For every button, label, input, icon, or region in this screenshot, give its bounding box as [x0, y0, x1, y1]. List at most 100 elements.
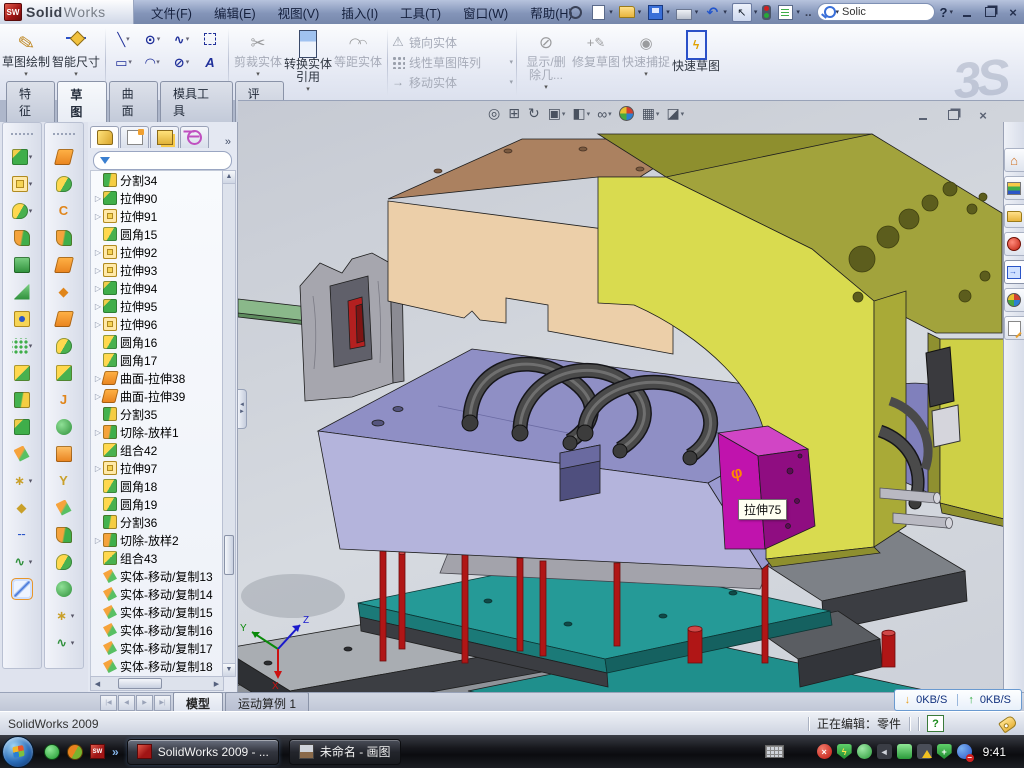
ribbon-button[interactable]: 等距实体 [333, 26, 383, 98]
feature-tool-button[interactable] [14, 224, 31, 251]
surface-tool-button[interactable]: ∿▾ [54, 629, 75, 656]
sketch-tool-button[interactable]: ⊙ ▾ [138, 28, 167, 51]
feature-tree-item[interactable]: ▷ 拉伸90 [91, 189, 223, 207]
expand-arrow-icon[interactable]: ▷ [93, 212, 103, 221]
feature-tool-button[interactable] [14, 305, 31, 332]
surface-tool-button[interactable] [56, 521, 73, 548]
volume-icon[interactable]: ◄ [877, 744, 892, 759]
feature-tree-item[interactable]: 组合43 [91, 549, 223, 567]
surface-tool-button[interactable] [56, 413, 73, 440]
tree-vertical-scrollbar[interactable]: ▲ ▼ [222, 170, 236, 677]
tab-dimxpert-manager[interactable] [180, 126, 209, 148]
ribbon-button[interactable]: 显示/删除几... ▾ [521, 26, 571, 98]
update-icon[interactable] [857, 744, 872, 759]
surface-tool-button[interactable]: C [56, 197, 73, 224]
task-pane-tab[interactable] [1004, 288, 1024, 312]
expand-arrow-icon[interactable]: ▷ [93, 284, 103, 293]
scrollbar-thumb[interactable] [224, 535, 234, 575]
feature-tree-item[interactable]: 分割36 [91, 513, 223, 531]
view-tool-button[interactable]: ▦▾ [642, 105, 660, 122]
start-button[interactable] [2, 736, 34, 768]
ribbon-button[interactable]: 快速捕捉 ▾ [621, 26, 671, 98]
undo-button[interactable]: ↶ [703, 4, 721, 21]
feature-tool-button[interactable] [14, 251, 31, 278]
sketch-tool-button[interactable]: ▭ ▾ [109, 51, 138, 74]
feature-tree-item[interactable]: ▷ 曲面-拉伸38 [91, 369, 223, 387]
pin-icon[interactable] [566, 4, 584, 21]
feature-tree-item[interactable]: 组合42 [91, 441, 223, 459]
solidworks-quick-icon[interactable]: SW [90, 744, 105, 759]
expand-arrow-icon[interactable]: ▷ [93, 302, 103, 311]
close-button[interactable]: × [1004, 4, 1022, 20]
feature-tool-button[interactable] [14, 575, 31, 602]
feature-tool-button[interactable]: ▾ [12, 332, 33, 359]
surface-tool-button[interactable] [56, 224, 73, 251]
feature-tree-item[interactable]: ▷ 拉伸94 [91, 279, 223, 297]
taskbar-button[interactable]: SolidWorks 2009 - ... [127, 739, 279, 765]
ribbon-button[interactable]: 修复草图 [571, 26, 621, 98]
feature-tree-item[interactable]: 实体-移动/复制13 [91, 567, 223, 585]
feature-tree-item[interactable]: ▷ 拉伸96 [91, 315, 223, 333]
sketch-tool-button[interactable]: ⊘ ▾ [167, 51, 196, 74]
feature-tool-button[interactable] [14, 278, 31, 305]
scroll-left-icon[interactable]: ◀ [91, 680, 104, 688]
tab-feature-manager[interactable] [90, 126, 119, 148]
expand-arrow-icon[interactable]: ▷ [93, 320, 103, 329]
menu-item[interactable]: 插入(I) [330, 0, 389, 25]
new-document-button[interactable] [589, 4, 607, 21]
quick-tips-icon[interactable]: ? [927, 715, 944, 732]
taskbar-clock[interactable]: 9:41 [983, 745, 1006, 759]
surface-tool-button[interactable] [56, 440, 73, 467]
graphics-viewport[interactable]: φ Y Z X ◎ [238, 100, 1024, 692]
surface-tool-button[interactable] [56, 332, 73, 359]
feature-tool-button[interactable] [14, 359, 31, 386]
feature-tree-item[interactable]: 实体-移动/复制16 [91, 621, 223, 639]
sketch-tool-button[interactable]: A [196, 51, 225, 74]
feature-tool-button[interactable] [14, 440, 31, 467]
surface-tool-button[interactable]: J [56, 386, 73, 413]
surface-tool-button[interactable] [56, 143, 73, 170]
help-button[interactable]: ? [940, 5, 948, 20]
select-cursor-button[interactable]: ↖ [732, 3, 752, 22]
feature-tree-item[interactable]: ▷ 切除-放样2 [91, 531, 223, 549]
feature-tree-item[interactable]: 实体-移动/复制17 [91, 639, 223, 657]
feature-tool-button[interactable]: ▾ [12, 197, 33, 224]
security-plus-icon[interactable]: + [937, 744, 952, 759]
feature-tree-item[interactable]: 圆角16 [91, 333, 223, 351]
sketch-tool-button[interactable]: ◠ ▾ [138, 51, 167, 74]
feature-tree-item[interactable]: 分割34 [91, 171, 223, 189]
surface-tool-button[interactable]: ◆ [56, 278, 73, 305]
tab-nav-button[interactable]: ▶ [136, 695, 153, 711]
scroll-right-icon[interactable]: ▶ [210, 680, 223, 688]
task-pane-tab[interactable] [1004, 176, 1024, 200]
feature-tree-item[interactable]: 圆角18 [91, 477, 223, 495]
connection-icon[interactable] [897, 744, 912, 759]
expand-arrow-icon[interactable]: ▷ [93, 266, 103, 275]
taskbar-button[interactable]: 未命名 - 画图 [289, 739, 401, 765]
surface-tool-button[interactable] [56, 359, 73, 386]
feature-tree-item[interactable]: ▷ 拉伸95 [91, 297, 223, 315]
feature-tree-item[interactable]: 实体-移动/复制15 [91, 603, 223, 621]
search-input[interactable]: ▾ Solic [817, 3, 935, 21]
scroll-up-icon[interactable]: ▲ [223, 171, 235, 184]
feature-tree-item[interactable]: 分割35 [91, 405, 223, 423]
keyboard-layout-icon[interactable] [765, 745, 784, 758]
view-tool-button[interactable] [619, 106, 635, 121]
print-button[interactable] [675, 4, 693, 21]
expand-arrow-icon[interactable]: ▷ [93, 428, 103, 437]
feature-tree-item[interactable]: 圆角15 [91, 225, 223, 243]
feature-tree-item[interactable]: ▷ 拉伸92 [91, 243, 223, 261]
view-tool-button[interactable]: ◧▾ [572, 105, 590, 122]
surface-tool-button[interactable] [56, 170, 73, 197]
feature-tool-button[interactable] [14, 413, 31, 440]
doc-minimize-button[interactable] [914, 107, 932, 123]
feature-tree-item[interactable]: ▷ 拉伸93 [91, 261, 223, 279]
open-button[interactable] [618, 4, 636, 21]
surface-tool-button[interactable] [56, 494, 73, 521]
tab-nav-button[interactable]: ◀ [118, 695, 135, 711]
menu-item[interactable]: 工具(T) [389, 0, 452, 25]
feature-tool-button[interactable]: ∿▾ [12, 548, 33, 575]
quick-launch-overflow[interactable]: » [112, 745, 119, 759]
ribbon-button[interactable]: 移动实体 ▾ [391, 74, 513, 91]
feature-tool-button[interactable]: ▾ [12, 143, 33, 170]
